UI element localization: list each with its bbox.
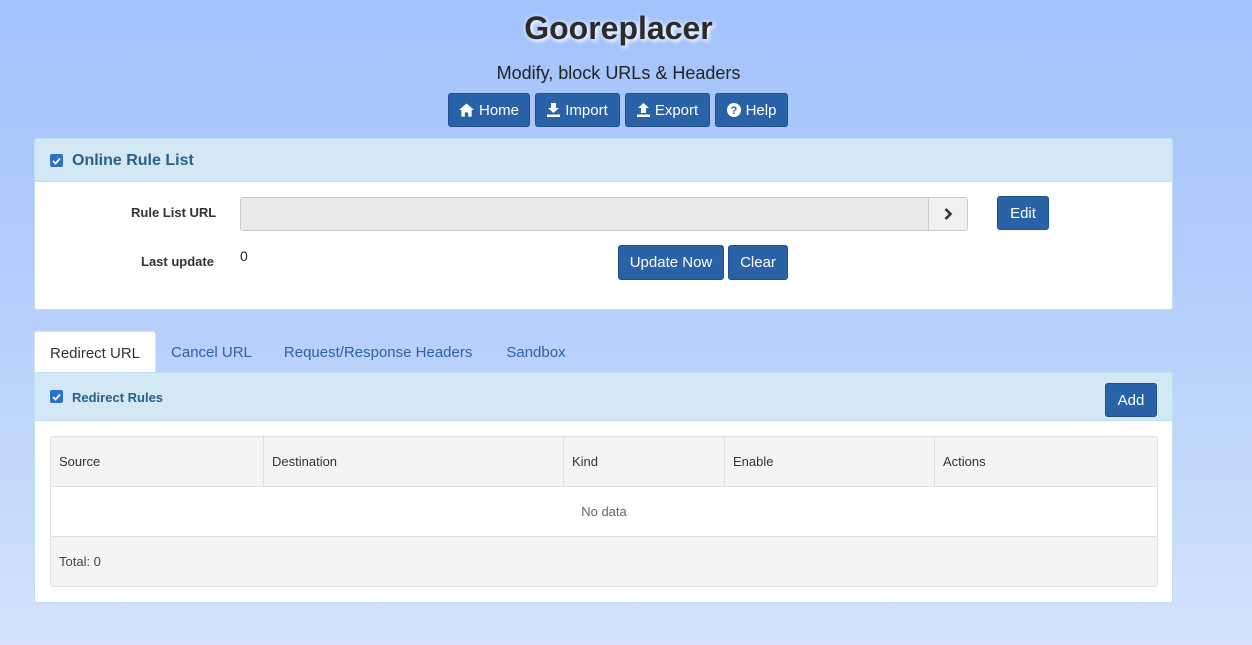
- chevron-right-icon: [944, 208, 952, 220]
- table-total: Total: 0: [51, 537, 1157, 586]
- checkbox-checked-icon: [52, 393, 61, 401]
- update-now-button[interactable]: Update Now: [618, 245, 724, 280]
- rule-list-url-label: Rule List URL: [131, 205, 217, 220]
- table-empty-message: No data: [51, 487, 1157, 537]
- column-header-destination[interactable]: Destination: [264, 437, 564, 486]
- app-subtitle: Modify, block URLs & Headers: [496, 63, 741, 83]
- clear-button-label: Clear: [740, 254, 776, 271]
- tab-redirect-url[interactable]: Redirect URL: [34, 331, 157, 374]
- column-header-enable[interactable]: Enable: [725, 437, 935, 486]
- checkbox-checked-icon: [52, 157, 61, 165]
- add-rule-button-label: Add: [1117, 391, 1145, 409]
- redirect-rules-checkbox[interactable]: [50, 390, 63, 403]
- home-icon: [458, 103, 474, 117]
- app-title: Gooreplacer: [524, 10, 713, 46]
- export-button-label: Export: [654, 101, 699, 119]
- question-circle-icon: ?: [726, 103, 741, 117]
- clear-button[interactable]: Clear: [728, 245, 788, 280]
- last-update-value: 0: [240, 248, 248, 264]
- home-button-label: Home: [478, 101, 519, 119]
- help-button[interactable]: ? Help: [715, 93, 788, 127]
- tab-sandbox[interactable]: Sandbox: [489, 331, 582, 373]
- import-button[interactable]: Import: [535, 93, 620, 127]
- main-nav: Home Import Export ? Help: [448, 93, 788, 127]
- rule-list-url-input[interactable]: [241, 198, 928, 230]
- rule-tabs: Redirect URL Cancel URL Request/Response…: [34, 331, 583, 374]
- tab-request-response-headers[interactable]: Request/Response Headers: [267, 331, 489, 373]
- redirect-rules-table: Source Destination Kind Enable Actions N…: [50, 436, 1158, 587]
- tab-cancel-url[interactable]: Cancel URL: [156, 331, 267, 373]
- edit-url-button[interactable]: Edit: [997, 196, 1049, 230]
- edit-url-button-label: Edit: [1010, 204, 1036, 222]
- rule-list-url-go-button[interactable]: [928, 198, 967, 230]
- online-rule-list-panel: Online Rule List Rule List URL Edit Last…: [34, 138, 1173, 310]
- help-button-label: Help: [745, 101, 777, 119]
- import-button-label: Import: [565, 101, 608, 119]
- online-rule-list-header: Online Rule List: [35, 139, 1172, 182]
- last-update-label: Last update: [141, 254, 214, 269]
- svg-text:?: ?: [730, 105, 737, 117]
- redirect-rules-panel: Redirect Rules Add Source Destination Ki…: [34, 372, 1173, 603]
- online-rule-list-checkbox[interactable]: [50, 154, 63, 167]
- column-header-kind[interactable]: Kind: [564, 437, 725, 486]
- table-header-row: Source Destination Kind Enable Actions: [51, 437, 1157, 487]
- home-button[interactable]: Home: [448, 93, 530, 127]
- online-rule-list-title: Online Rule List: [72, 152, 194, 169]
- export-button[interactable]: Export: [625, 93, 710, 127]
- update-now-button-label: Update Now: [629, 254, 713, 271]
- redirect-rules-header: Redirect Rules Add: [35, 373, 1172, 421]
- export-icon: [636, 103, 650, 117]
- redirect-rules-title: Redirect Rules: [72, 390, 164, 405]
- import-icon: [547, 103, 561, 117]
- column-header-source[interactable]: Source: [51, 437, 264, 486]
- add-rule-button[interactable]: Add: [1105, 383, 1157, 417]
- rule-list-url-group: [240, 197, 968, 231]
- column-header-actions[interactable]: Actions: [935, 437, 1157, 486]
